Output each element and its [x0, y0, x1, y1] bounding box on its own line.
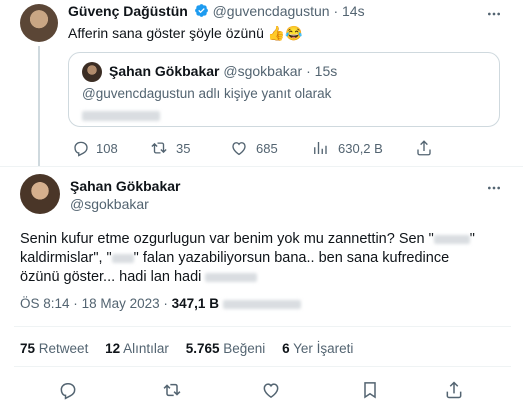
like-count: 685: [256, 141, 278, 156]
blurred-word: [222, 299, 301, 309]
dot-separator: ·: [163, 296, 168, 311]
stat-bookmarks[interactable]: 6 Yer İşareti: [282, 341, 353, 356]
main-tweet-meta: ÖS 8:14 · 18 May 2023 · 347,1 B: [20, 296, 301, 311]
like-icon[interactable]: [261, 380, 281, 400]
share-icon[interactable]: [415, 139, 433, 157]
verified-badge-icon: [194, 3, 209, 18]
main-text-part2: kaldirmislar", ": [20, 250, 112, 266]
retweet-icon[interactable]: [150, 139, 168, 157]
reply-author-name[interactable]: Güvenç Dağüstün: [68, 3, 188, 19]
main-author-name[interactable]: Şahan Gökbakar: [70, 178, 181, 194]
reply-icon[interactable]: [58, 380, 78, 400]
stat-likes[interactable]: 5.765 Beğeni: [186, 341, 266, 356]
reply-icon[interactable]: [72, 139, 90, 157]
dot-separator: ·: [73, 296, 78, 311]
tweet-date[interactable]: 18 May 2023: [82, 296, 160, 311]
quoted-author-name: Şahan Gökbakar: [109, 63, 220, 79]
quoted-handle: @sgokbakar: [223, 63, 303, 79]
views-count: 630,2 B: [338, 141, 383, 156]
main-tweet-text: Senin kufur etme ozgurlugun var benim yo…: [20, 231, 475, 285]
stat-retweets[interactable]: 75 Retweet: [20, 341, 88, 356]
reply-header: Güvenç Dağüstün @guvencdagustun · 14s: [68, 3, 365, 19]
more-icon[interactable]: [486, 180, 502, 196]
main-text-part4: özünü göster... hadi lan hadi: [20, 269, 202, 285]
reply-text: Afferin sana göster şöyle özünü 👍😂: [68, 25, 303, 41]
dot-separator: ·: [306, 63, 311, 79]
quoted-reply-to: @guvencdagustun adlı kişiye yanıt olarak: [82, 86, 332, 101]
sahan-avatar[interactable]: [20, 174, 60, 214]
quoted-avatar: [82, 62, 102, 82]
reply-handle[interactable]: @guvencdagustun: [213, 3, 330, 19]
stat-quotes[interactable]: 12 Alıntılar: [105, 341, 169, 356]
more-icon[interactable]: [486, 6, 502, 22]
divider: [14, 366, 511, 367]
main-text-part3: " falan yazabiliyorsun bana.. ben sana k…: [133, 250, 450, 266]
divider: [0, 166, 523, 167]
quoted-blurred-text: [82, 107, 160, 125]
quoted-time: 15s: [314, 63, 338, 79]
bookmark-icon[interactable]: [360, 380, 380, 400]
main-handle[interactable]: @sgokbakar: [70, 196, 149, 212]
blurred-word: [111, 253, 134, 263]
main-action-bar: [0, 380, 523, 404]
reply-count: 108: [96, 141, 118, 156]
like-icon[interactable]: [230, 139, 248, 157]
guvenc-avatar[interactable]: [20, 4, 58, 42]
tweet-stats: 75 Retweet 12 Alıntılar 5.765 Beğeni 6 Y…: [20, 341, 353, 356]
quoted-tweet-card[interactable]: Şahan Gökbakar @sgokbakar · 15s @guvencd…: [68, 52, 500, 127]
dot-separator: ·: [333, 3, 339, 19]
share-icon[interactable]: [444, 380, 464, 400]
tweet-views-count: 347,1 B: [171, 296, 219, 311]
reply-time[interactable]: 14s: [342, 3, 365, 19]
views-icon[interactable]: [311, 139, 329, 157]
blurred-word: [433, 234, 470, 244]
thread-line: [38, 46, 40, 166]
retweet-count: 35: [176, 141, 191, 156]
retweet-icon[interactable]: [162, 380, 182, 400]
divider: [14, 326, 511, 327]
reply-action-bar: 108 35 685 630,2 B: [68, 139, 508, 159]
blurred-word: [205, 272, 258, 282]
tweet-time[interactable]: ÖS 8:14: [20, 296, 70, 311]
main-text-part1: Senin kufur etme ozgurlugun var benim yo…: [20, 231, 434, 247]
